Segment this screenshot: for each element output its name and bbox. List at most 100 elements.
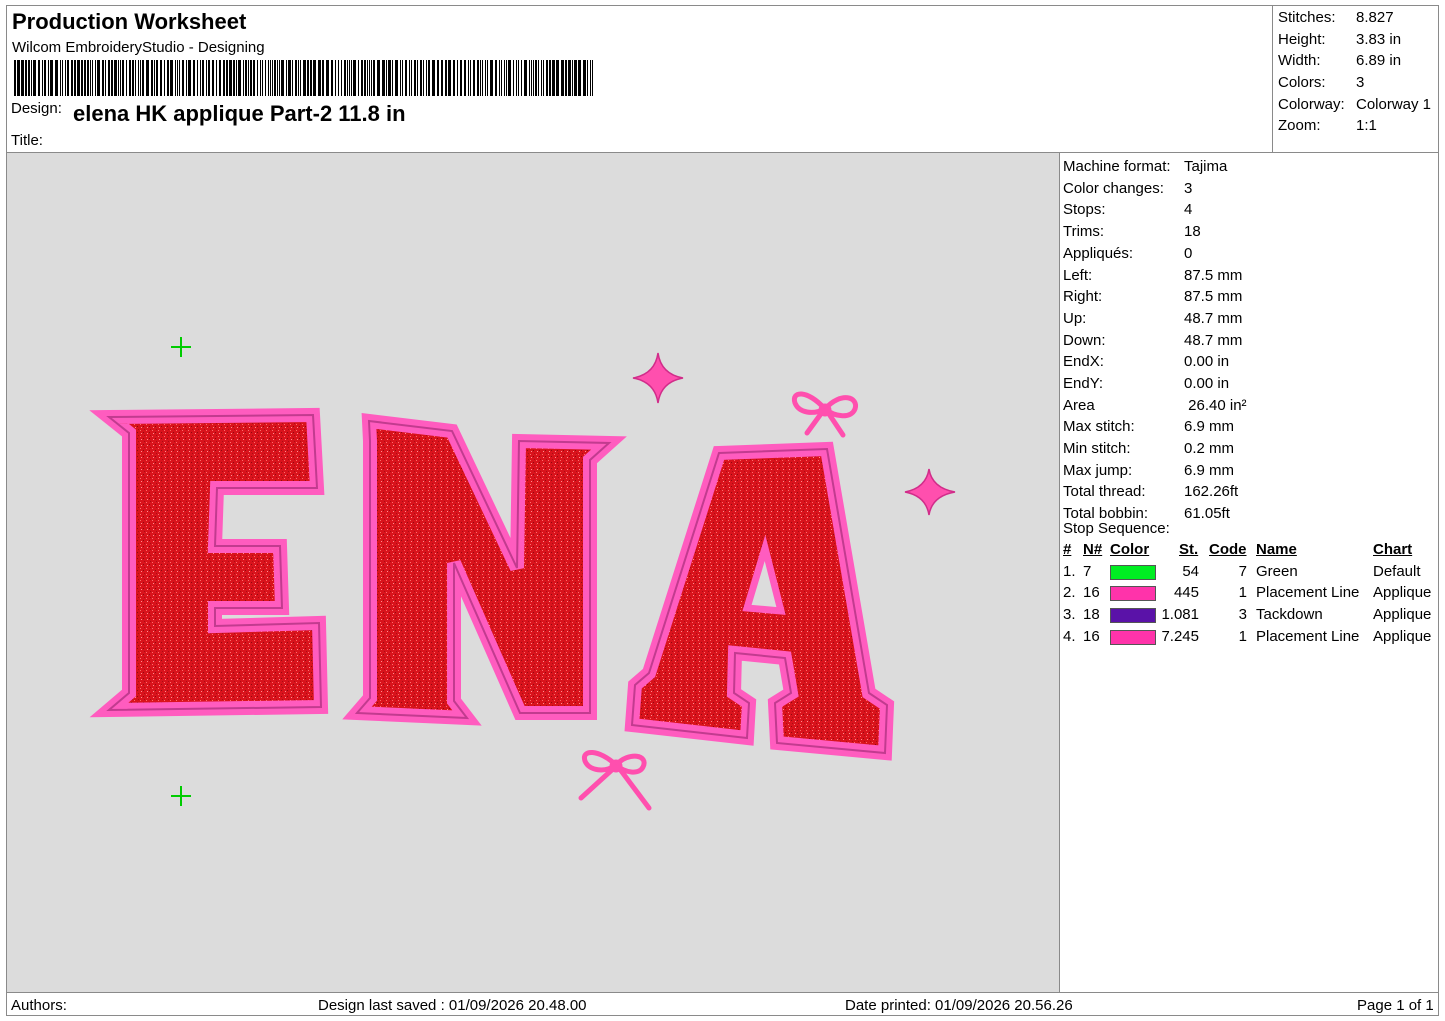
detail-label: EndX:	[1063, 353, 1104, 370]
barcode-bar	[487, 60, 488, 96]
worksheet-footer: Authors: Design last saved : 01/09/2026 …	[7, 992, 1438, 1017]
barcode-bar	[260, 60, 261, 96]
barcode-bar	[97, 60, 100, 96]
barcode-bar	[74, 60, 76, 96]
barcode-bar	[344, 60, 346, 96]
barcode-bar	[318, 60, 321, 96]
barcode-bar	[170, 60, 173, 96]
detail-label: Min stitch:	[1063, 440, 1131, 457]
barcode-bar	[250, 60, 252, 96]
barcode-bar	[541, 60, 542, 96]
bow-icon	[791, 391, 858, 438]
barcode-bar	[448, 60, 451, 96]
barcode-bar	[402, 60, 403, 96]
page-number: Page 1 of 1	[1357, 997, 1434, 1014]
col-chart-header: Chart	[1373, 541, 1413, 558]
barcode-bar	[428, 60, 430, 96]
barcode-bar	[371, 60, 372, 96]
row-chart: Applique	[1373, 628, 1432, 645]
col-name-header: Name	[1256, 541, 1297, 558]
summary-value: 3	[1356, 74, 1365, 91]
barcode-bar	[245, 60, 247, 96]
barcode-bar	[186, 60, 187, 96]
barcode-bar	[300, 60, 301, 96]
barcode-bar	[257, 60, 258, 96]
barcode-bar	[175, 60, 176, 96]
barcode-bar	[270, 60, 271, 96]
barcode-bar	[206, 60, 207, 96]
barcode-bar	[326, 60, 329, 96]
barcode-bar	[84, 60, 86, 96]
color-swatch	[1110, 630, 1156, 645]
detail-value: 61.05ft	[1184, 505, 1230, 522]
barcode-bar	[457, 60, 458, 96]
detail-label: EndY:	[1063, 375, 1104, 392]
barcode-bar	[432, 60, 435, 96]
authors-label: Authors:	[11, 997, 67, 1014]
title-label: Title:	[11, 132, 43, 149]
barcode-bar	[233, 60, 235, 96]
detail-value: 3	[1184, 180, 1193, 197]
barcode-bar	[508, 60, 511, 96]
row-index: 2.	[1063, 584, 1076, 601]
detail-value: 0.2 mm	[1184, 440, 1235, 457]
col-code-header: Code	[1209, 541, 1247, 558]
barcode-bar	[583, 60, 586, 96]
row-chart: Applique	[1373, 606, 1432, 623]
row-stitches: 54	[1182, 563, 1199, 580]
barcode-bar	[268, 60, 269, 96]
barcode-bar	[506, 60, 507, 96]
barcode-bar	[28, 60, 30, 96]
barcode-bar	[565, 60, 567, 96]
barcode-bar	[48, 60, 49, 96]
barcode-bar	[409, 60, 410, 96]
col-number-header: N#	[1083, 541, 1103, 558]
barcode-bar	[353, 60, 356, 96]
color-swatch	[1110, 586, 1156, 601]
barcode-bar	[516, 60, 517, 96]
row-index: 4.	[1063, 628, 1076, 645]
barcode-bar	[460, 60, 462, 96]
barcode-bar	[197, 60, 198, 96]
row-code: 3	[1238, 606, 1247, 623]
barcode-bar	[238, 60, 241, 96]
barcode-bar	[331, 60, 333, 96]
color-swatch	[1110, 608, 1156, 623]
barcode-bar	[146, 60, 149, 96]
barcode-bar	[177, 60, 178, 96]
barcode-bar	[151, 60, 153, 96]
barcode-bar	[521, 60, 522, 96]
barcode-bar	[118, 60, 119, 96]
barcode-bar	[386, 60, 387, 96]
summary-label: Zoom:	[1278, 117, 1321, 134]
detail-label: Machine format:	[1063, 158, 1171, 175]
table-row: 4. 16 7.245 1 Placement Line Applique	[1063, 628, 1440, 649]
barcode-bar	[552, 60, 555, 96]
design-name: elena HK applique Part-2 11.8 in	[73, 101, 406, 126]
barcode-bar	[120, 60, 121, 96]
barcode-bar	[38, 60, 40, 96]
worksheet-title: Production Worksheet	[12, 9, 247, 34]
detail-value: 87.5 mm	[1184, 288, 1243, 305]
barcode-bar	[310, 60, 312, 96]
barcode-bar	[108, 60, 110, 96]
barcode-bar	[499, 60, 500, 96]
barcode-bar	[341, 60, 342, 96]
worksheet: Production Worksheet Wilcom EmbroiderySt…	[6, 5, 1439, 1016]
barcode-bar	[423, 60, 424, 96]
row-name: Placement Line	[1256, 628, 1360, 645]
row-needle-number: 18	[1083, 606, 1100, 623]
row-needle-number: 16	[1083, 628, 1100, 645]
detail-value: 6.9 mm	[1184, 418, 1235, 435]
col-stitches-header: St.	[1179, 541, 1199, 558]
detail-label: Max jump:	[1063, 462, 1133, 479]
barcode-bar	[303, 60, 306, 96]
detail-value: 0	[1184, 245, 1193, 262]
barcode-bar	[281, 60, 284, 96]
col-index-header: #	[1063, 541, 1072, 558]
worksheet-header: Production Worksheet Wilcom EmbroiderySt…	[7, 6, 1272, 152]
barcode-bar	[400, 60, 401, 96]
barcode-bar	[208, 60, 210, 96]
barcode-bar	[160, 60, 162, 96]
barcode-bar	[243, 60, 244, 96]
